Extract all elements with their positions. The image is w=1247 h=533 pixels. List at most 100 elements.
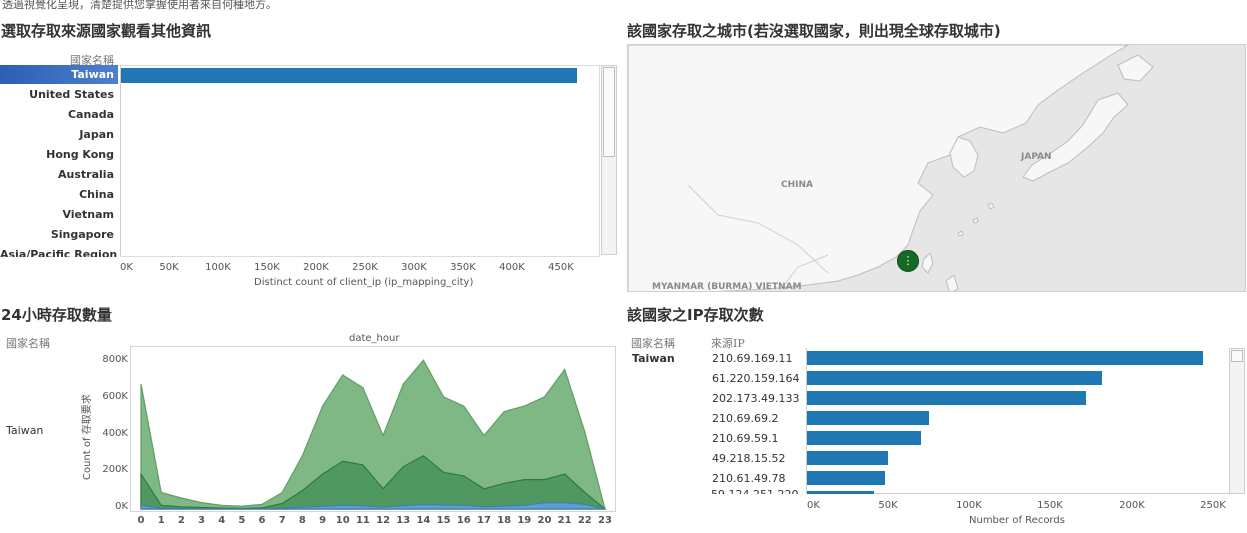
ip-country-taiwan[interactable]: Taiwan [632, 352, 675, 365]
hourly-row-label-taiwan[interactable]: Taiwan [6, 424, 43, 437]
ip-scrollbar-thumb[interactable] [1231, 350, 1243, 362]
hourly-x-tick: 4 [218, 515, 226, 526]
country-row-japan[interactable]: Japan [0, 125, 118, 144]
map-land-ryukyu [957, 202, 995, 237]
country-bar-chart: Taiwan United States Canada Japan Hong Kong A… [0, 65, 620, 257]
ip-x-tick: 0K [807, 500, 820, 511]
hourly-y-tick: 600K [102, 390, 128, 402]
hourly-x-tick: 7 [278, 515, 286, 526]
country-panel-title: 選取存取來源國家觀看其他資訊 [1, 22, 212, 40]
country-x-tick: 0K [120, 262, 133, 273]
ip-label: 49.218.15.52 [712, 452, 786, 465]
hourly-x-tick: 13 [396, 515, 411, 526]
hourly-x-tick: 1 [157, 515, 165, 526]
ip-label: 61.220.159.164 [712, 372, 800, 385]
map-label-japan: JAPAN [1021, 152, 1052, 162]
hourly-x-tick: 12 [376, 515, 391, 526]
map-land-hokkaido [1117, 54, 1154, 82]
ip-label: 210.69.69.2 [712, 412, 779, 425]
country-row-asia-pacific-region[interactable]: Asia/Pacific Region [0, 245, 118, 257]
hourly-x-tick: 17 [476, 515, 491, 526]
hourly-x-axis: 0 1 2 3 4 5 6 7 8 9 10 11 12 13 14 15 16 17 18 19 20 21 22 23 [130, 515, 616, 529]
ip-panel-title: 該國家之IP存取次數 [627, 306, 764, 324]
map-land-philippines [945, 274, 959, 291]
hourly-area-svg [140, 359, 607, 510]
country-x-tick: 300K [401, 262, 427, 273]
hourly-x-tick: 21 [557, 515, 572, 526]
country-row-taiwan[interactable]: Taiwan [0, 65, 118, 84]
hourly-x-tick: 16 [456, 515, 471, 526]
hourly-x-tick: 9 [319, 515, 327, 526]
country-x-tick: 400K [499, 262, 525, 273]
hourly-panel-title: 24小時存取數量 [1, 306, 112, 324]
hourly-x-tick: 22 [577, 515, 592, 526]
country-list: Taiwan United States Canada Japan Hong Kong A… [0, 65, 120, 257]
country-x-axis-title: Distinct count of client_ip (ip_mapping_… [254, 277, 474, 288]
ip-bar[interactable] [807, 471, 885, 485]
hourly-x-tick: 18 [497, 515, 512, 526]
country-x-tick: 200K [303, 262, 329, 273]
country-row-hong-kong[interactable]: Hong Kong [0, 145, 118, 164]
hourly-x-tick: 5 [238, 515, 246, 526]
country-scrollbar-thumb[interactable] [603, 67, 615, 157]
ip-label: 210.69.169.11 [712, 352, 793, 365]
intro-text: 透過視覺化呈現，清楚提供您掌握使用者來自何種地方。 [2, 0, 277, 11]
ip-label: 210.61.49.78 [712, 472, 786, 485]
city-marker-taiwan[interactable]: ⋮ [897, 250, 919, 272]
map-land-japan [1022, 92, 1129, 182]
hourly-y-tick: 400K [102, 427, 128, 439]
country-x-tick: 50K [159, 262, 179, 273]
ip-country-header: 國家名稱 [631, 337, 675, 350]
country-row-australia[interactable]: Australia [0, 165, 118, 184]
ip-bar[interactable] [807, 411, 929, 425]
country-row-united-states[interactable]: United States [0, 85, 118, 104]
country-row-singapore[interactable]: Singapore [0, 225, 118, 244]
hourly-x-tick: 2 [177, 515, 185, 526]
country-x-tick: 450K [548, 262, 574, 273]
ip-x-axis: 0K 50K 100K 150K 200K 250K [807, 500, 1229, 514]
ip-source-header: 來源IP [711, 337, 745, 350]
hourly-x-tick: 0 [137, 515, 145, 526]
ip-x-tick: 100K [956, 500, 982, 511]
ip-bar[interactable] [807, 431, 921, 445]
hourly-column-header: date_hour [349, 333, 400, 344]
hourly-y-axis-title: Count of 存取要求 [82, 394, 93, 480]
hourly-y-tick: 200K [102, 464, 128, 476]
country-x-tick: 250K [352, 262, 378, 273]
ip-label-clipped: 59.124.251.220 [711, 489, 801, 494]
country-x-tick: 350K [450, 262, 476, 273]
hourly-y-axis: 800K 600K 400K 200K 0K [94, 345, 130, 515]
hourly-x-tick: 19 [517, 515, 532, 526]
hourly-x-tick: 3 [198, 515, 205, 526]
hourly-x-tick: 15 [436, 515, 451, 526]
ip-bar[interactable] [807, 351, 1203, 365]
bar-taiwan[interactable] [121, 68, 577, 83]
ip-bar[interactable] [807, 371, 1102, 385]
hourly-x-tick: 6 [258, 515, 266, 526]
map-label-myanmar-vietnam: MYANMAR (BURMA) VIETNAM [652, 282, 802, 292]
hourly-x-tick: 23 [598, 515, 612, 526]
hourly-area-chart [130, 346, 616, 512]
map-label-china: CHINA [781, 180, 813, 190]
ip-label: 202.173.49.133 [712, 392, 800, 405]
ip-scrollbar[interactable] [1229, 348, 1245, 494]
map-land-svg [628, 45, 1154, 291]
hourly-x-tick: 20 [537, 515, 552, 526]
hourly-y-tick: 0K [115, 501, 128, 512]
ip-bar-clipped[interactable] [807, 491, 874, 494]
ip-x-tick: 50K [878, 500, 898, 511]
country-row-canada[interactable]: Canada [0, 105, 118, 124]
hourly-x-tick: 14 [416, 515, 431, 526]
country-row-china[interactable]: China [0, 185, 118, 204]
country-x-tick: 150K [254, 262, 280, 273]
ip-x-tick: 250K [1200, 500, 1226, 511]
ip-bar[interactable] [807, 451, 888, 465]
hourly-x-tick: 11 [355, 515, 370, 526]
country-scrollbar[interactable] [601, 65, 617, 255]
country-row-vietnam[interactable]: Vietnam [0, 205, 118, 224]
city-map[interactable]: CHINA JAPAN MYANMAR (BURMA) VIETNAM ⋮ [627, 44, 1246, 292]
ip-label: 210.69.59.1 [712, 432, 779, 445]
hourly-country-header: 國家名稱 [6, 337, 50, 350]
hourly-y-tick: 800K [102, 354, 128, 366]
ip-bar[interactable] [807, 391, 1086, 405]
